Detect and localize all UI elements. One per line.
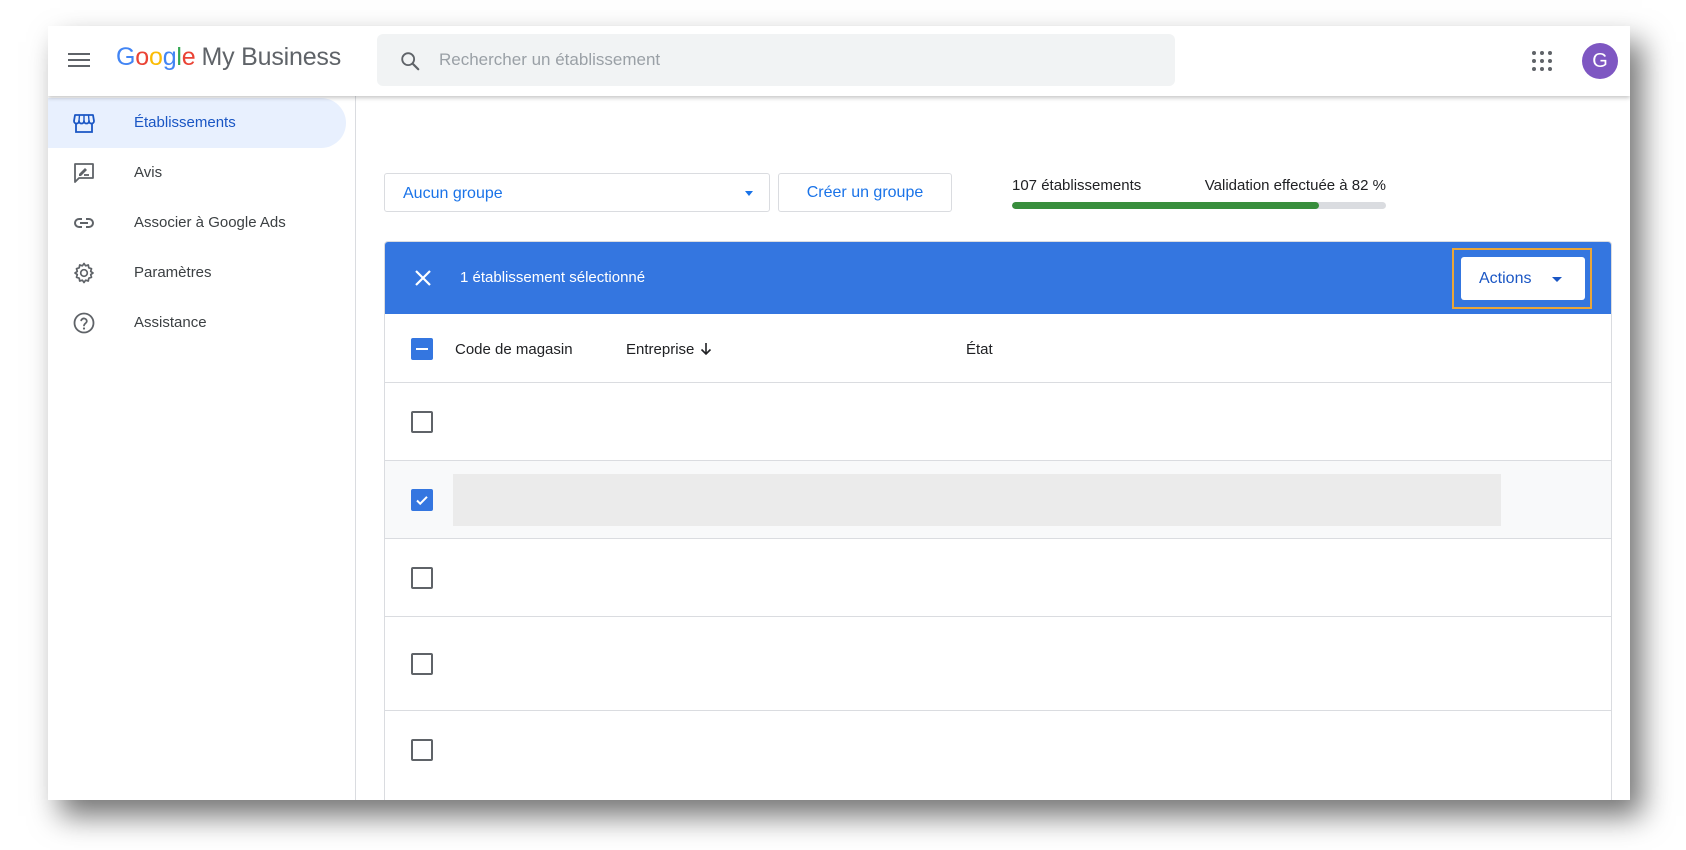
link-icon [74, 218, 94, 228]
search-icon [401, 52, 420, 71]
row-checkbox[interactable] [411, 739, 433, 761]
column-header-status[interactable]: État [966, 341, 993, 358]
location-count: 107 établissements [1012, 177, 1142, 194]
storefront-icon [73, 114, 95, 133]
column-header-store-code[interactable]: Code de magasin [455, 341, 573, 358]
sidebar-item-label: Assistance [134, 314, 207, 331]
gear-icon [74, 262, 94, 284]
create-group-button[interactable]: Créer un groupe [778, 173, 952, 212]
column-header-company[interactable]: Entreprise [626, 341, 694, 358]
sidebar-item-etablissements[interactable]: Établissements [48, 98, 346, 148]
table-row[interactable] [385, 617, 1611, 711]
help-icon [73, 312, 95, 334]
row-content-placeholder [453, 474, 1501, 526]
sidebar-item-label: Paramètres [134, 264, 212, 281]
selection-count-text: 1 établissement sélectionné [460, 269, 646, 286]
row-checkbox[interactable] [411, 653, 433, 675]
product-logo[interactable]: Google My Business [116, 43, 341, 72]
actions-highlight: Actions [1452, 248, 1592, 309]
hamburger-menu-icon[interactable] [66, 49, 92, 73]
actions-label: Actions [1479, 270, 1532, 287]
sidebar-item-avis[interactable]: Avis [48, 148, 346, 198]
sidebar-item-parametres[interactable]: Paramètres [48, 248, 346, 298]
app-window: GoogleMy Business G Établisseme [48, 26, 1630, 800]
table-row[interactable] [385, 383, 1611, 461]
search-input[interactable] [439, 47, 1139, 73]
sidebar: Établissements Avis Associer à Google Ad… [48, 96, 356, 800]
selection-bar: 1 établissement sélectionné Actions [385, 242, 1611, 314]
checkmark-icon [416, 496, 428, 506]
row-checkbox[interactable] [411, 489, 433, 511]
caret-down-icon [1552, 277, 1562, 282]
sidebar-item-assistance[interactable]: Assistance [48, 298, 346, 348]
validation-progress-fill [1012, 202, 1319, 209]
table-row[interactable] [385, 539, 1611, 617]
caret-down-icon [745, 191, 753, 196]
validation-status: Validation effectuée à 82 % [1204, 177, 1386, 194]
arrow-down-icon[interactable] [698, 341, 714, 357]
table-header-row: Code de magasin Entreprise État [385, 314, 1611, 383]
avatar[interactable]: G [1582, 43, 1618, 79]
validation-progress-bar [1012, 202, 1386, 209]
sidebar-item-label: Établissements [134, 114, 236, 131]
sidebar-item-label: Avis [134, 164, 163, 181]
locations-table: 1 établissement sélectionné Actions Code… [384, 241, 1612, 800]
apps-grid-icon[interactable] [1531, 50, 1553, 72]
actions-button[interactable]: Actions [1461, 257, 1585, 300]
row-checkbox[interactable] [411, 567, 433, 589]
top-app-bar: GoogleMy Business G [48, 26, 1630, 96]
table-row[interactable] [385, 711, 1611, 800]
sidebar-item-google-ads[interactable]: Associer à Google Ads [48, 198, 346, 248]
sidebar-item-label: Associer à Google Ads [134, 214, 286, 231]
review-icon [74, 163, 94, 183]
search-bar[interactable] [377, 34, 1175, 86]
row-checkbox[interactable] [411, 411, 433, 433]
select-all-checkbox[interactable] [411, 338, 433, 360]
table-row[interactable] [385, 461, 1611, 539]
product-name: My Business [201, 43, 341, 71]
group-select-value: Aucun groupe [403, 185, 503, 202]
close-icon[interactable] [413, 268, 433, 288]
group-select[interactable]: Aucun groupe [384, 173, 770, 212]
